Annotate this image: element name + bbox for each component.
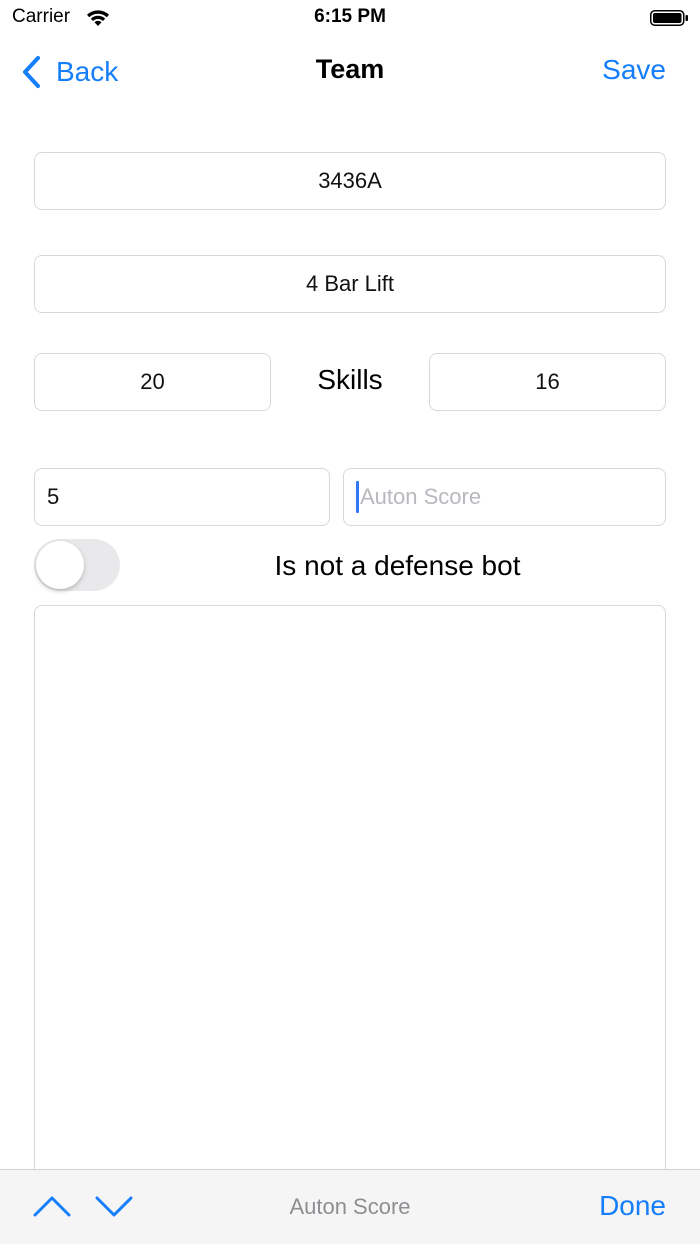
defense-bot-toggle[interactable] (34, 539, 120, 591)
notes-text-area[interactable] (34, 605, 666, 1225)
auton-score-placeholder: Auton Score (360, 484, 482, 509)
lift-type-field[interactable]: 4 Bar Lift (34, 255, 666, 313)
skills-label: Skills (317, 364, 383, 395)
score-value: 5 (47, 484, 60, 509)
team-number-value: 3436A (318, 168, 382, 193)
auton-score-field[interactable]: Auton Score (343, 468, 666, 526)
skills-left-field[interactable]: 20 (34, 353, 271, 411)
save-button[interactable]: Save (602, 54, 666, 86)
skills-left-value: 20 (140, 369, 165, 394)
lift-type-value: 4 Bar Lift (305, 271, 395, 296)
done-button[interactable]: Done (599, 1190, 666, 1222)
score-field[interactable]: 5 (34, 468, 330, 526)
skills-right-field[interactable]: 16 (429, 353, 666, 411)
page-title: Team (315, 54, 385, 84)
battery-icon (650, 10, 688, 26)
toolbar-field-label: Auton Score (289, 1194, 411, 1219)
text-caret (356, 481, 359, 513)
skills-right-value: 16 (535, 369, 560, 394)
status-time: 6:15 PM (314, 6, 386, 27)
toggle-knob (36, 541, 84, 589)
team-number-field[interactable]: 3436A (34, 152, 666, 210)
defense-bot-label: Is not a defense bot (274, 550, 521, 581)
